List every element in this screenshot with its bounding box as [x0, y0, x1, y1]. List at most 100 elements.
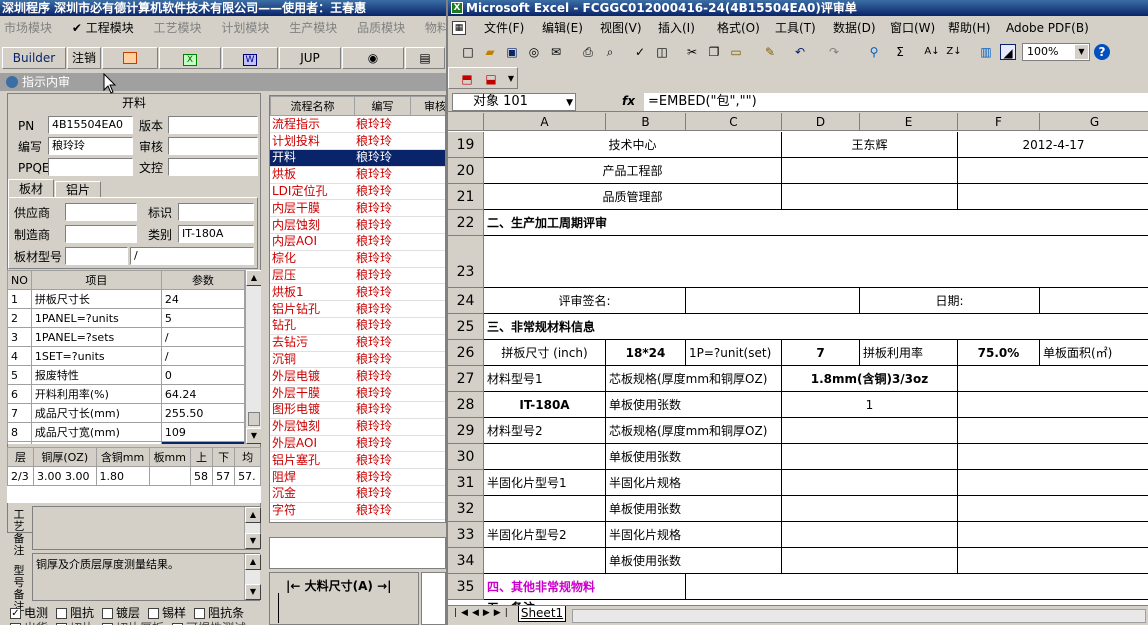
select-all-corner[interactable]	[448, 113, 484, 131]
process-review-cell[interactable]	[410, 502, 445, 520]
cell-date-19[interactable]: 2012-4-17	[958, 132, 1148, 158]
cell-material-value[interactable]: IT-180A	[484, 392, 606, 418]
sort-desc-icon[interactable]: Z↓	[946, 44, 962, 60]
builder-button[interactable]: Builder	[2, 47, 66, 69]
cell-23[interactable]	[484, 236, 1148, 288]
checkbox-icon[interactable]: ✓	[10, 608, 21, 619]
params-value-cell[interactable]: 109	[160, 422, 246, 442]
column-header-E[interactable]: E	[860, 113, 958, 131]
process-author-cell[interactable]: 稂玲玲	[354, 367, 410, 386]
menu-insert[interactable]: 插入(I)	[658, 17, 695, 39]
chart-wizard-icon[interactable]: ▥	[978, 44, 994, 60]
layer-header-cell[interactable]: 上	[190, 447, 214, 467]
layer-cell[interactable]: 2/3	[7, 466, 34, 486]
menu-adobe-pdf[interactable]: Adobe PDF(B)	[1006, 17, 1089, 39]
process-row[interactable]: 烘板1 稂玲玲	[270, 283, 445, 302]
layer-cell[interactable]: 58	[190, 466, 214, 486]
cell-core-spec-label[interactable]: 芯板规格(厚度mm和铜厚OZ)	[606, 366, 782, 392]
version-field[interactable]	[168, 116, 258, 134]
params-col-item[interactable]: 项目	[30, 270, 162, 290]
cell-name-19[interactable]: 王东辉	[782, 132, 958, 158]
cell-date-value[interactable]	[1040, 288, 1148, 314]
row-header-19[interactable]: 19	[448, 132, 484, 158]
cell-utilization-label[interactable]: 拼板利用率	[860, 340, 958, 366]
zoom-dropdown-icon[interactable]: ▼	[1075, 45, 1088, 59]
layer-cell[interactable]: 1.80	[95, 466, 150, 486]
cell-material-label[interactable]: 材料型号2	[484, 418, 606, 444]
cell-material-label[interactable]	[484, 444, 606, 470]
process-name-cell[interactable]: 去钻污	[270, 334, 354, 352]
cell-core-spec[interactable]: 1.8mm(含铜)3/3oz	[782, 366, 958, 392]
params-row[interactable]: 6 开料利用率(%) 64.24	[7, 384, 246, 404]
process-author-cell[interactable]: 稂玲玲	[354, 233, 410, 251]
process-author-cell[interactable]: 稂玲玲	[354, 485, 410, 503]
process-author-cell[interactable]: 稂玲玲	[354, 468, 410, 487]
process-review-cell[interactable]	[410, 166, 445, 184]
process-review-cell[interactable]	[410, 250, 445, 268]
format-painter-icon[interactable]: ✎	[762, 44, 778, 60]
cell-dept-20[interactable]: 产品工程部	[484, 158, 782, 184]
menu-quality[interactable]: 品质模块	[357, 19, 405, 36]
checkbox-icon[interactable]	[148, 608, 160, 619]
research-icon[interactable]: ◫	[654, 44, 670, 60]
process-review-cell[interactable]	[410, 149, 445, 167]
layer-header-cell[interactable]: 铜厚(OZ)	[32, 447, 97, 467]
params-value-cell[interactable]: /	[160, 327, 246, 347]
process-row[interactable]: 阻焊 稂玲玲	[270, 468, 445, 487]
process-row[interactable]: 字符 稂玲玲	[270, 502, 445, 520]
process-col-name[interactable]: 流程名称	[270, 96, 355, 116]
cell-area-label[interactable]: 单板面积(㎡)	[1040, 340, 1148, 366]
undo-icon[interactable]: ↶	[792, 44, 808, 60]
row-header-21[interactable]: 21	[448, 184, 484, 210]
review-field[interactable]	[168, 137, 258, 155]
cell-35-rest[interactable]	[686, 574, 1148, 600]
checkbox-item[interactable]: 锡样	[148, 606, 186, 620]
process-name-cell[interactable]: 烘板1	[270, 283, 354, 302]
cell-sign-value[interactable]	[686, 288, 860, 314]
row-header-27[interactable]: 27	[448, 366, 484, 392]
cell-21-g[interactable]	[958, 184, 1148, 210]
copy-icon[interactable]: ❐	[706, 44, 722, 60]
sort-asc-icon[interactable]: A↓	[924, 44, 940, 60]
params-row[interactable]: 9生产尺寸长(")21	[7, 441, 246, 444]
process-name-cell[interactable]: 图形电镀	[270, 401, 354, 419]
params-item-cell[interactable]: 报废特性	[30, 365, 162, 385]
autosum-icon[interactable]: Σ	[892, 44, 908, 60]
params-value-cell[interactable]: 255.50	[160, 403, 246, 423]
process-author-cell[interactable]: 稂玲玲	[354, 317, 410, 335]
params-no-cell[interactable]: 8	[7, 422, 32, 442]
sheet-nav-icon[interactable]: |◀◀▶▶|	[454, 608, 512, 618]
process-review-cell[interactable]	[410, 384, 445, 403]
params-item-cell[interactable]: 生产尺寸长(")	[30, 441, 162, 444]
row-header-25[interactable]: 25	[448, 314, 484, 340]
cell-panel-size[interactable]: 18*24	[606, 340, 686, 366]
process-row[interactable]: 去钻污 稂玲玲	[270, 334, 445, 352]
process-review-cell[interactable]	[410, 116, 445, 134]
cell-spec-label[interactable]: 半固化片规格	[606, 522, 782, 548]
menu-edit[interactable]: 编辑(E)	[542, 17, 583, 39]
sheet-tab-sheet1[interactable]: Sheet1	[518, 606, 566, 622]
menu-process[interactable]: 工艺模块	[154, 19, 202, 36]
cell-spec-value[interactable]	[782, 444, 958, 470]
horizontal-scrollbar[interactable]	[572, 609, 1146, 623]
process-row[interactable]: 外层蚀刻 稂玲玲	[270, 418, 445, 436]
process-row[interactable]: 外层电镀 稂玲玲	[270, 367, 445, 386]
word-icon[interactable]: W	[222, 47, 278, 69]
column-header-B[interactable]: B	[606, 113, 686, 131]
process-name-cell[interactable]: 铝片钻孔	[270, 300, 354, 319]
menu-data[interactable]: 数据(D)	[833, 17, 876, 39]
remark1-scrollbar[interactable]: ▲ ▼	[244, 507, 261, 549]
cell-sheets-value[interactable]: 1	[782, 392, 958, 418]
row-header-22[interactable]: 22	[448, 210, 484, 236]
checkbox-item[interactable]: 阻抗	[56, 606, 94, 620]
process-detail-box[interactable]	[269, 537, 446, 569]
row-header-34[interactable]: 34	[448, 548, 484, 574]
cell-dept-21[interactable]: 品质管理部	[484, 184, 782, 210]
process-review-cell[interactable]	[410, 468, 445, 487]
checkbox-icon[interactable]	[194, 608, 206, 619]
params-row[interactable]: 4 1SET=?units /	[7, 346, 246, 366]
params-no-cell[interactable]: 1	[7, 289, 32, 309]
process-review-cell[interactable]	[410, 300, 445, 319]
row-header-29[interactable]: 29	[448, 418, 484, 444]
process-author-cell[interactable]: 稂玲玲	[354, 149, 410, 167]
